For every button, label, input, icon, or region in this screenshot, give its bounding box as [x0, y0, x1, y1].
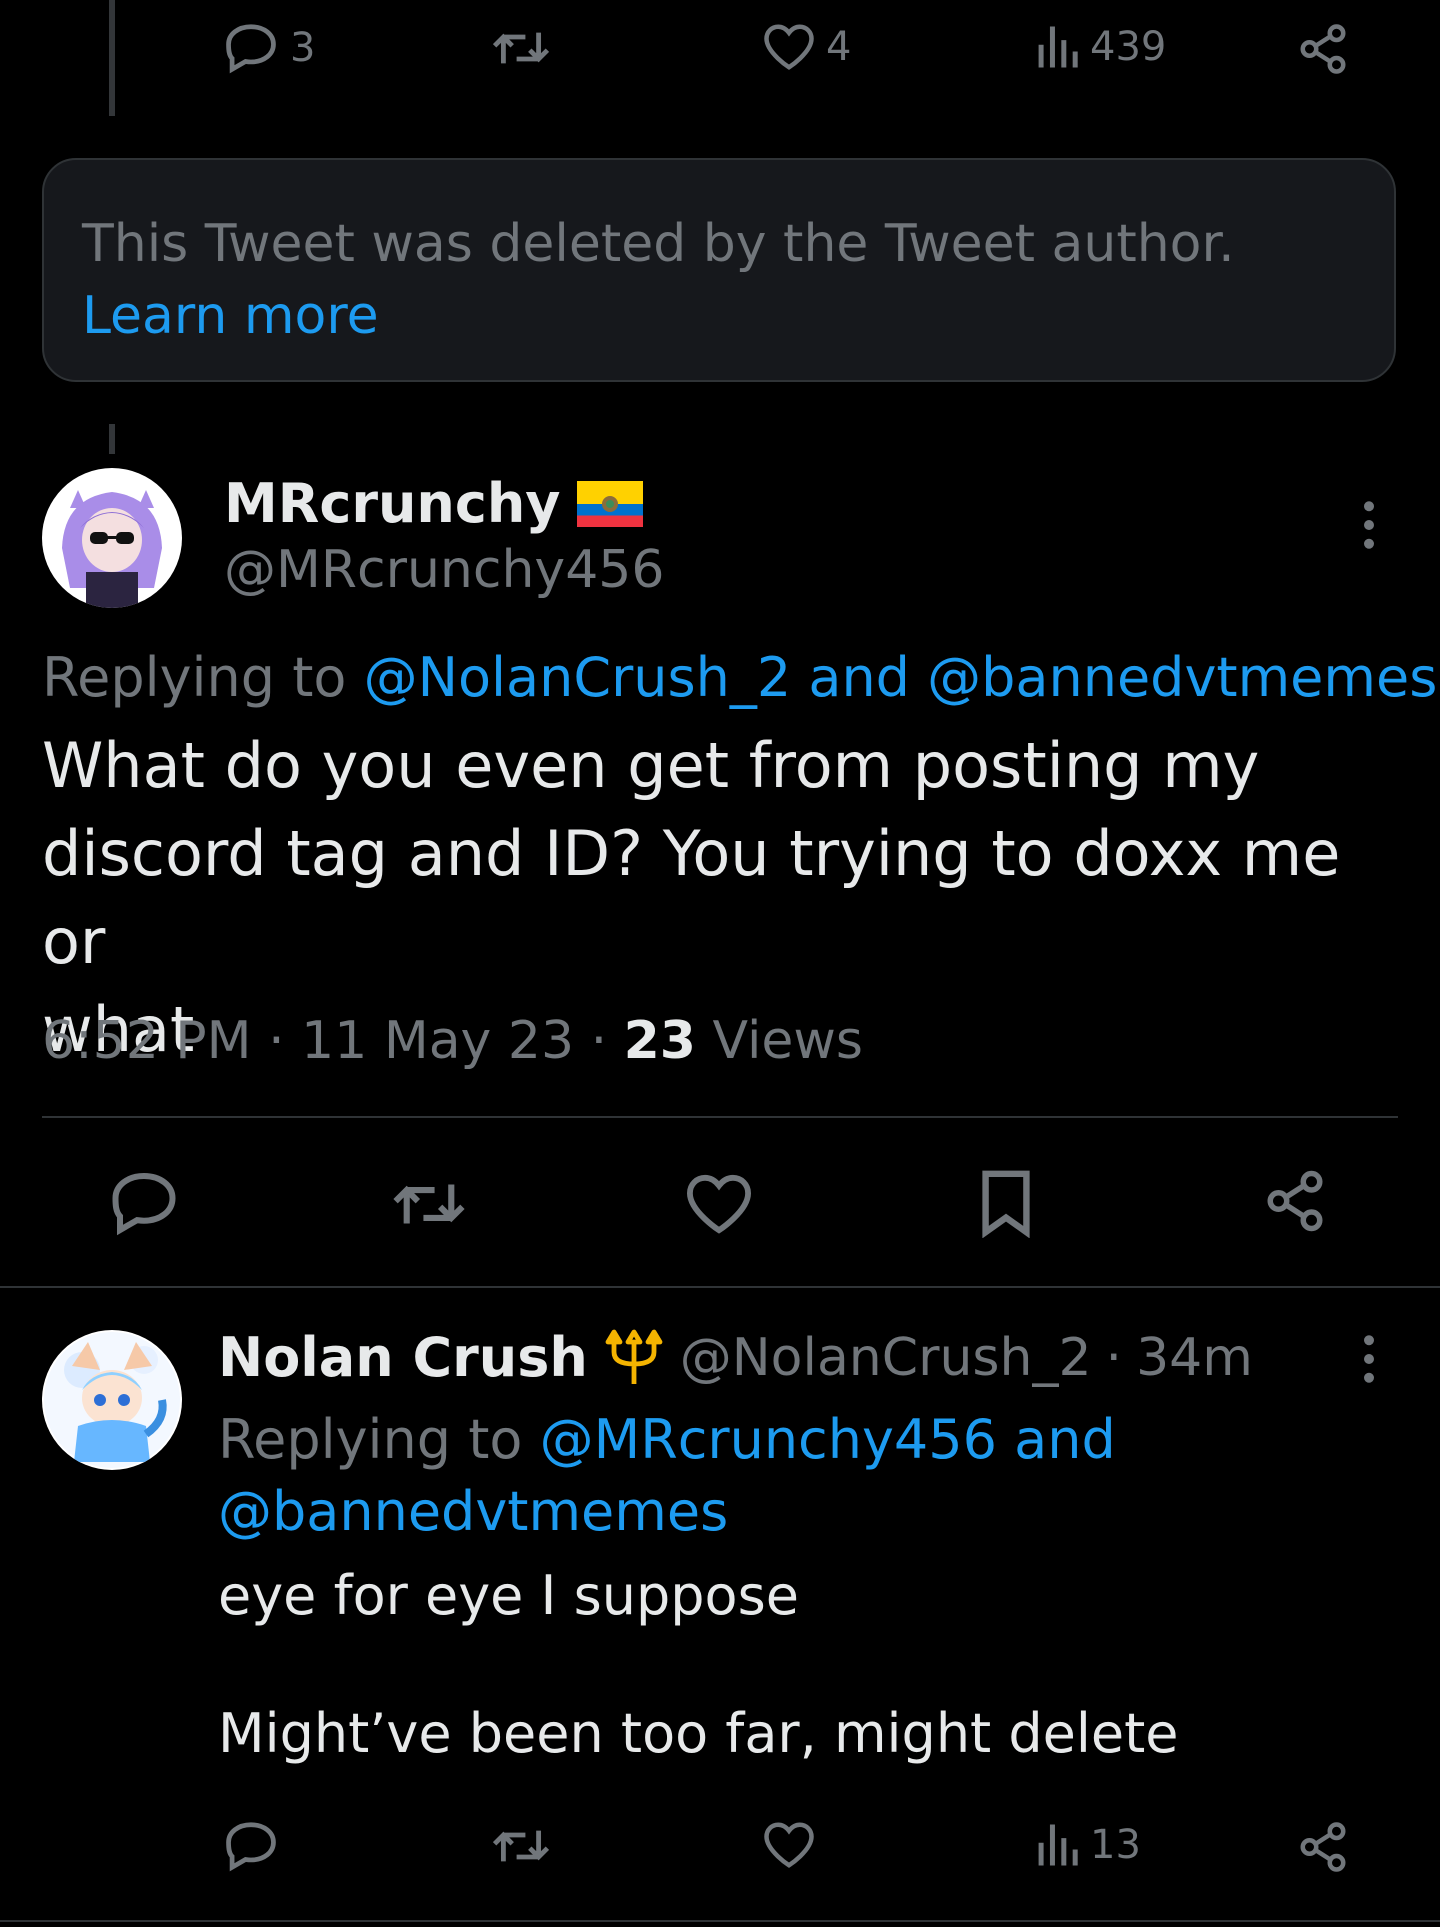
retweet-icon: [390, 1176, 468, 1232]
retweet-button[interactable]: [390, 1176, 468, 1232]
avatar-image: [44, 470, 180, 608]
views-count: 439: [1090, 24, 1167, 70]
trident-icon: [602, 1328, 666, 1388]
like-count: 4: [826, 24, 852, 70]
share-button[interactable]: [1296, 1822, 1350, 1872]
meta-separator: ·: [268, 1011, 285, 1071]
views-icon: [1034, 22, 1080, 72]
tweet-text-line-1: eye for eye I suppose: [218, 1564, 799, 1627]
tweet-text-line-1: What do you even get from posting my: [42, 729, 1260, 802]
replying-to: Replying to @NolanCrush_2 and @bannedvtm…: [42, 642, 1437, 714]
tweet-text-line-2: Might’ve been too far, might delete: [218, 1702, 1179, 1765]
reply-action-top[interactable]: 3: [222, 22, 315, 74]
more-vertical-icon: [1358, 500, 1380, 550]
share-action-top[interactable]: [1296, 24, 1350, 74]
replying-users-link[interactable]: @NolanCrush_2 and @bannedvtmemes: [364, 646, 1438, 709]
share-icon: [1296, 24, 1350, 74]
main-tweet-header: MRcrunchy: [224, 472, 643, 535]
thread-line-top: [109, 0, 115, 116]
retweet-action-top[interactable]: [490, 26, 552, 70]
bookmark-button[interactable]: [978, 1168, 1034, 1238]
reply-button[interactable]: [222, 1820, 280, 1872]
retweet-icon: [490, 1824, 552, 1868]
deleted-notice-content: This Tweet was deleted by the Tweet auth…: [82, 208, 1235, 352]
reply-icon: [222, 22, 280, 74]
bookmark-icon: [978, 1168, 1034, 1238]
views-count: 13: [1090, 1822, 1141, 1868]
like-action-top[interactable]: 4: [762, 22, 851, 72]
heart-icon: [684, 1172, 754, 1236]
reply-button[interactable]: [108, 1170, 180, 1236]
replying-users-link[interactable]: @bannedvtmemes: [218, 1476, 1116, 1548]
replying-prefix: Replying to: [42, 646, 347, 709]
views-button[interactable]: 13: [1034, 1820, 1141, 1870]
display-name[interactable]: Nolan Crush: [218, 1326, 588, 1389]
deleted-tweet-notice: This Tweet was deleted by the Tweet auth…: [42, 158, 1396, 382]
retweet-button[interactable]: [490, 1824, 552, 1868]
tweet-age[interactable]: 34m: [1136, 1328, 1253, 1388]
views-icon: [1034, 1820, 1080, 1870]
retweet-icon: [490, 26, 552, 70]
tweet-time[interactable]: 6:52 PM: [42, 1011, 252, 1071]
tweet-date[interactable]: 11 May 23: [301, 1011, 574, 1071]
replying-prefix: Replying to: [218, 1408, 523, 1471]
like-button[interactable]: [684, 1172, 754, 1236]
avatar-image: [44, 1332, 180, 1468]
reply-count: 3: [290, 25, 316, 71]
share-icon: [1296, 1822, 1350, 1872]
like-button[interactable]: [762, 1820, 816, 1870]
reply-icon: [222, 1820, 280, 1872]
views-number: 23: [623, 1011, 696, 1071]
divider: [0, 1286, 1440, 1288]
avatar-mrcrunchy[interactable]: [42, 468, 182, 608]
thread-line-connector: [109, 424, 115, 454]
replying-users-link[interactable]: @MRcrunchy456 and: [540, 1408, 1116, 1471]
share-button[interactable]: [1262, 1170, 1328, 1232]
deleted-notice-text: This Tweet was deleted by the Tweet auth…: [82, 214, 1235, 274]
avatar-nolan-crush[interactable]: [42, 1330, 182, 1470]
meta-separator: ·: [590, 1011, 608, 1071]
views-label: Views: [712, 1011, 864, 1071]
reply-tweet-text: eye for eye I suppose Might’ve been too …: [218, 1560, 1179, 1770]
heart-icon: [762, 22, 816, 72]
reply-tweet-header: Nolan Crush @NolanCrush_2 · 34m: [218, 1326, 1253, 1389]
more-options-button[interactable]: [1358, 500, 1380, 550]
heart-icon: [762, 1820, 816, 1870]
meta-separator: ·: [1105, 1327, 1123, 1388]
more-vertical-icon: [1358, 1334, 1380, 1384]
user-handle[interactable]: @NolanCrush_2: [680, 1328, 1092, 1388]
replying-to: Replying to @MRcrunchy456 and @bannedvtm…: [218, 1404, 1116, 1548]
tweet-meta: 6:52 PM · 11 May 23 · 23 Views: [42, 1006, 863, 1076]
reply-icon: [108, 1170, 180, 1236]
tweet-text-line-2: discord tag and ID? You trying to doxx m…: [42, 817, 1341, 978]
ecuador-flag-icon: [576, 480, 643, 527]
display-name[interactable]: MRcrunchy: [224, 472, 561, 535]
share-icon: [1262, 1170, 1328, 1232]
more-options-button[interactable]: [1358, 1334, 1380, 1384]
divider: [42, 1116, 1398, 1118]
user-handle[interactable]: @MRcrunchy456: [224, 540, 664, 600]
divider: [0, 1920, 1440, 1922]
learn-more-link[interactable]: Learn more: [82, 280, 1235, 352]
views-action-top[interactable]: 439: [1034, 22, 1166, 72]
